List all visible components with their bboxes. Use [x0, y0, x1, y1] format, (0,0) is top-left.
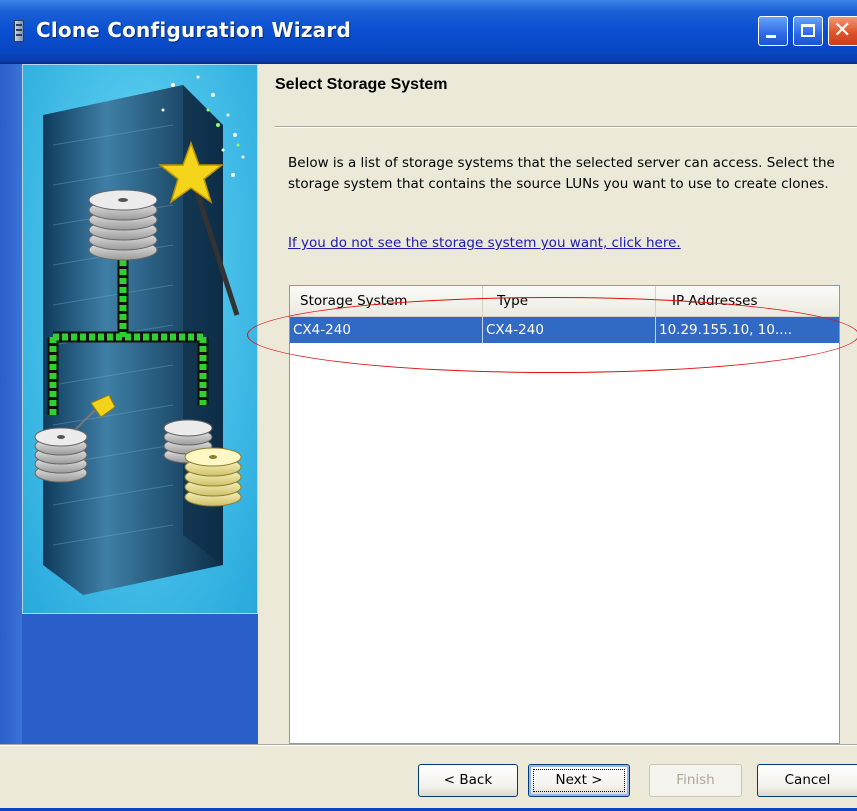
header-divider	[275, 126, 857, 128]
page-title: Select Storage System	[275, 76, 448, 93]
column-header-type[interactable]: Type	[483, 286, 656, 316]
cell-ip-addresses: 10.29.155.10, 10....	[659, 322, 793, 338]
storage-system-table[interactable]: Storage System Type IP Addresses CX4-240…	[289, 285, 840, 744]
app-icon[interactable]	[14, 20, 24, 42]
cancel-button[interactable]: Cancel	[757, 764, 857, 797]
cell-storage-system: CX4-240	[290, 317, 483, 343]
minimize-icon	[766, 35, 776, 38]
button-bar-divider	[0, 744, 857, 746]
wizard-illustration	[22, 64, 258, 614]
table-row[interactable]: CX4-240 CX4-240 10.29.155.10, 10....	[290, 317, 839, 343]
title-bar[interactable]: Clone Configuration Wizard ✕	[0, 0, 857, 64]
cell-type: CX4-240	[483, 317, 656, 343]
wizard-side-strip	[0, 64, 22, 744]
close-button[interactable]: ✕	[828, 16, 857, 46]
description-text: Below is a list of storage systems that …	[288, 155, 835, 192]
maximize-icon	[801, 24, 815, 37]
minimize-button[interactable]	[758, 16, 788, 46]
table-header: Storage System Type IP Addresses	[290, 286, 839, 317]
maximize-button[interactable]	[793, 16, 823, 46]
storage-tower-with-magic-wand-icon	[34, 75, 245, 595]
wizard-side-panel-bottom	[22, 614, 258, 744]
storage-system-help-link[interactable]: If you do not see the storage system you…	[288, 235, 681, 251]
column-header-ip-addresses[interactable]: IP Addresses	[656, 286, 839, 316]
focus-rectangle	[533, 769, 625, 792]
column-header-storage-system[interactable]: Storage System	[290, 286, 483, 316]
clone-configuration-wizard-window: Clone Configuration Wizard ✕ Select Stor…	[0, 0, 857, 811]
window-title: Clone Configuration Wizard	[36, 18, 351, 42]
close-icon: ✕	[833, 18, 852, 43]
back-button[interactable]: < Back	[418, 764, 518, 797]
finish-button[interactable]: Finish	[649, 764, 742, 797]
next-button[interactable]: Next >	[528, 764, 630, 797]
